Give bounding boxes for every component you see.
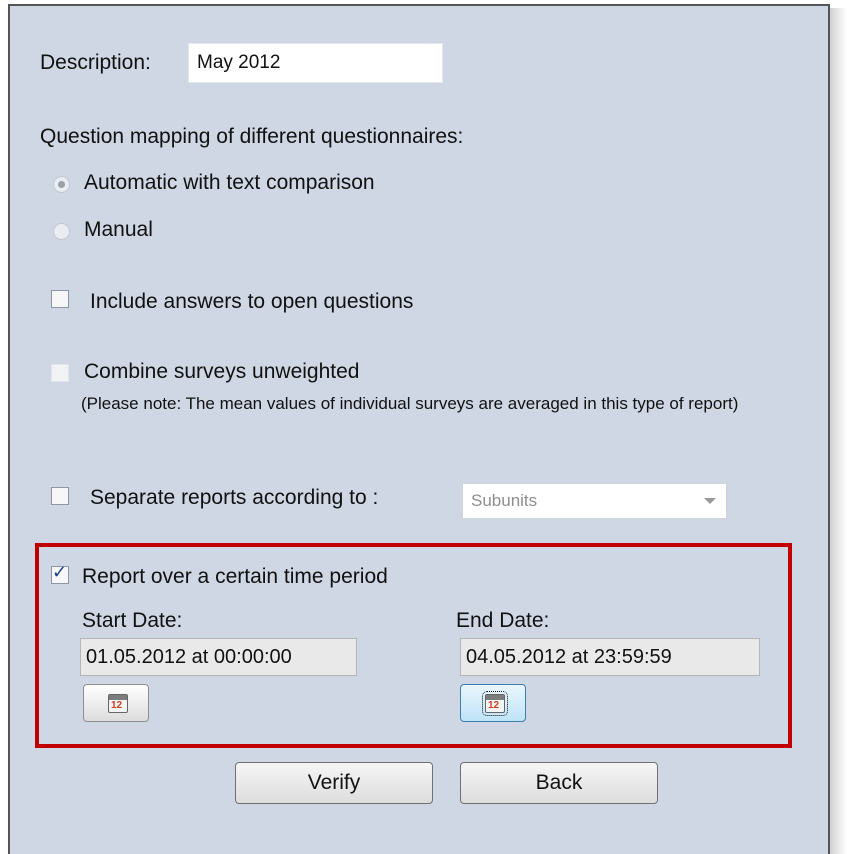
start-date-calendar-button[interactable]: 12: [83, 684, 149, 722]
radio-manual-label[interactable]: Manual: [84, 218, 153, 242]
separate-select-value: Subunits: [471, 491, 538, 510]
end-date-label: End Date:: [456, 609, 550, 632]
radio-manual[interactable]: [53, 223, 70, 240]
end-date-calendar-button[interactable]: 12: [460, 684, 526, 722]
include-open-checkbox[interactable]: [51, 290, 69, 308]
verify-button[interactable]: Verify: [235, 762, 433, 804]
separate-label[interactable]: Separate reports according to :: [90, 486, 378, 510]
chevron-down-icon: [704, 498, 716, 504]
combine-label[interactable]: Combine surveys unweighted: [84, 360, 359, 384]
radio-automatic-label[interactable]: Automatic with text comparison: [84, 171, 375, 195]
start-date-label: Start Date:: [82, 609, 183, 632]
calendar-icon: 12: [108, 694, 128, 713]
radio-automatic[interactable]: [53, 176, 70, 193]
description-label: Description:: [40, 51, 151, 74]
separate-select[interactable]: Subunits: [462, 483, 727, 519]
panel-shadow: [830, 8, 847, 854]
time-period-label[interactable]: Report over a certain time period: [82, 565, 388, 589]
calendar-icon: 12: [482, 691, 508, 716]
combine-checkbox[interactable]: [51, 364, 69, 382]
start-date-field[interactable]: 01.05.2012 at 00:00:00: [80, 638, 357, 676]
back-button[interactable]: Back: [460, 762, 658, 804]
include-open-label[interactable]: Include answers to open questions: [90, 290, 413, 314]
checkmark-icon: ✓: [52, 562, 68, 582]
description-input[interactable]: May 2012: [188, 43, 443, 83]
mapping-heading: Question mapping of different questionna…: [40, 125, 464, 148]
time-period-checkbox[interactable]: ✓: [51, 562, 69, 584]
combine-note: (Please note: The mean values of individ…: [81, 394, 739, 413]
end-date-field[interactable]: 04.05.2012 at 23:59:59: [460, 638, 760, 676]
separate-checkbox[interactable]: [51, 487, 69, 505]
